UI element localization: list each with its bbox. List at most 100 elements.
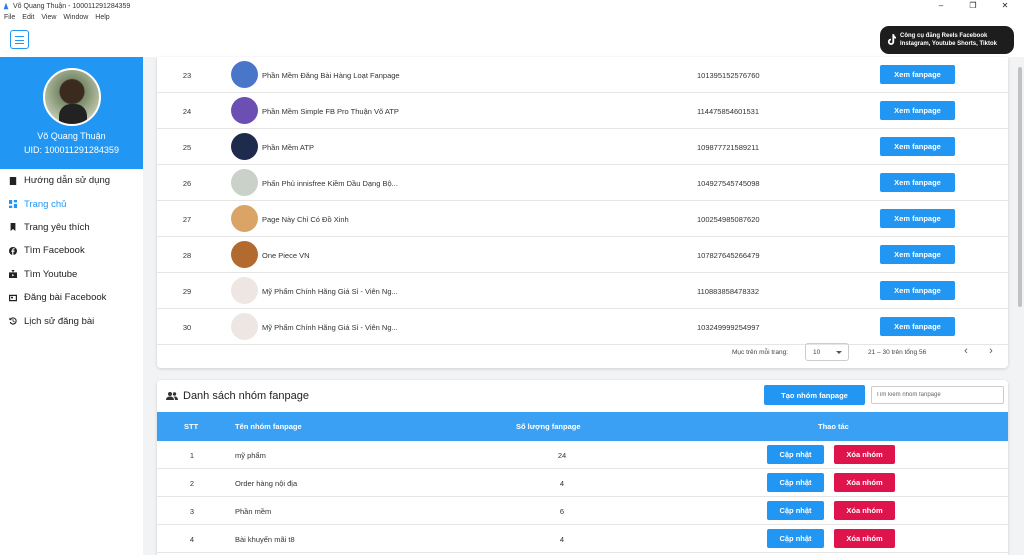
per-page-select[interactable]: 10: [805, 343, 849, 361]
delete-group-button[interactable]: Xóa nhóm: [834, 473, 895, 492]
post-icon: [9, 294, 17, 301]
row-stt: 26: [182, 179, 192, 188]
group-list-title: Danh sách nhóm fanpage: [183, 390, 309, 402]
dashboard-icon: [9, 200, 17, 209]
table-row: 1 mỹ phẩm 24 Cập nhật Xóa nhóm: [157, 441, 1008, 469]
table-row: 29 Mỹ Phẩm Chính Hãng Giá Sỉ - Viên Ng...…: [157, 273, 1008, 309]
menu-edit[interactable]: Edit: [22, 14, 34, 21]
row-stt: 28: [182, 251, 192, 260]
page-logo: [231, 241, 258, 268]
fanpage-list-card: 23 Phần Mềm Đăng Bài Hàng Loạt Fanpage 10 1…: [157, 57, 1008, 368]
table-row: 23 Phần Mềm Đăng Bài Hàng Loạt Fanpage 101…: [157, 57, 1008, 93]
table-row: 27 Page Này Chỉ Có Đồ Xinh 100254985087620…: [157, 201, 1008, 237]
update-group-button[interactable]: Cập nhật: [767, 445, 824, 464]
sidebar-item-label: Đăng bài Facebook: [24, 292, 107, 304]
update-group-button[interactable]: Cập nhật: [767, 529, 824, 548]
hamburger-icon-line: [15, 43, 24, 45]
sidebar-item-find-facebook[interactable]: Tìm Facebook: [0, 239, 143, 262]
delete-group-button[interactable]: Xóa nhóm: [834, 445, 895, 464]
row-stt: 24: [182, 107, 192, 116]
sidebar-item-guide[interactable]: Hướng dẫn sử dụng: [0, 169, 143, 192]
menu-window[interactable]: Window: [63, 14, 88, 21]
sidebar-item-label: Tìm Facebook: [24, 245, 85, 257]
group-name: Order hàng nội địa: [235, 479, 298, 488]
col-group-name: Tên nhóm fanpage: [235, 422, 302, 431]
create-group-button[interactable]: Tạo nhóm fanpage: [764, 385, 865, 405]
sidebar-item-home[interactable]: Trang chủ: [0, 192, 143, 215]
view-fanpage-button[interactable]: Xem fanpage: [880, 137, 955, 156]
view-fanpage-button[interactable]: Xem fanpage: [880, 173, 955, 192]
page-id: 104927545745098: [697, 179, 760, 188]
page-logo: [231, 169, 258, 196]
app-icon: [3, 2, 9, 10]
scrollbar-thumb[interactable]: [1018, 67, 1022, 307]
sidebar-item-favorites[interactable]: Trang yêu thích: [0, 216, 143, 239]
view-fanpage-button[interactable]: Xem fanpage: [880, 209, 955, 228]
sidebar-item-post-history[interactable]: Lịch sử đăng bài: [0, 309, 143, 332]
view-fanpage-button[interactable]: Xem fanpage: [880, 281, 955, 300]
book-icon: [9, 176, 17, 185]
menu-help[interactable]: Help: [95, 14, 109, 21]
group-stt: 2: [189, 479, 195, 488]
delete-group-button[interactable]: Xóa nhóm: [834, 529, 895, 548]
delete-group-button[interactable]: Xóa nhóm: [834, 501, 895, 520]
menu-view[interactable]: View: [41, 14, 56, 21]
page-id: 109877721589211: [697, 143, 760, 152]
page-logo: [231, 61, 258, 88]
sidebar-item-find-youtube[interactable]: Tìm Youtube: [0, 263, 143, 286]
page-name: One Piece VN: [262, 251, 310, 260]
promo-banner[interactable]: Công cụ đăng Reels Facebook Instagram, Y…: [880, 26, 1014, 54]
window-titlebar: Võ Quang Thuận - 100011291284359 – ❐ ✕: [0, 0, 1024, 12]
menu-toggle-button[interactable]: [10, 30, 29, 49]
row-stt: 27: [182, 215, 192, 224]
sidebar-item-label: Trang yêu thích: [24, 221, 90, 233]
youtube-icon: [9, 270, 17, 279]
restore-button[interactable]: ❐: [958, 0, 988, 12]
col-stt: STT: [184, 422, 199, 431]
group-search-input[interactable]: [871, 386, 1004, 404]
page-name: Phần Mềm Đăng Bài Hàng Loạt Fanpage: [262, 71, 400, 80]
view-fanpage-button[interactable]: Xem fanpage: [880, 245, 955, 264]
page-name: Phần Mềm ATP: [262, 143, 314, 152]
profile-uid: UID: 100011291284359: [24, 145, 119, 155]
per-page-label: Mục trên mỗi trang:: [732, 349, 788, 356]
group-stt: 1: [189, 451, 195, 460]
group-list-card: Danh sách nhóm fanpage Tạo nhóm fanpage …: [157, 380, 1008, 555]
prev-page-button[interactable]: ‹: [959, 345, 973, 359]
page-name: Page Này Chỉ Có Đồ Xinh: [262, 215, 349, 224]
row-stt: 25: [182, 143, 192, 152]
page-name: Mỹ Phẩm Chính Hãng Giá Sỉ - Viên Ng...: [262, 287, 398, 296]
row-stt: 23: [182, 71, 192, 80]
table-row: 4 Bài khuyến mãi t8 4 Cập nhật Xóa nhóm: [157, 525, 1008, 553]
menu-file[interactable]: File: [4, 14, 15, 21]
sidebar-item-label: Tìm Youtube: [24, 268, 78, 280]
view-fanpage-button[interactable]: Xem fanpage: [880, 65, 955, 84]
close-button[interactable]: ✕: [990, 0, 1020, 12]
row-stt: 30: [182, 323, 192, 332]
page-name: Mỹ Phẩm Chính Hãng Giá Sỉ - Viên Ng...: [262, 323, 398, 332]
facebook-icon: [9, 246, 17, 255]
sidebar-item-post-facebook[interactable]: Đăng bài Facebook: [0, 286, 143, 309]
paginator: Mục trên mỗi trang: 10 21 – 30 trên tổng…: [157, 342, 1008, 362]
view-fanpage-button[interactable]: Xem fanpage: [880, 317, 955, 336]
page-name: Phần Mềm Simple FB Pro Thuận Võ ATP: [262, 107, 399, 116]
update-group-button[interactable]: Cập nhật: [767, 473, 824, 492]
menu-bar: File Edit View Window Help: [0, 12, 1024, 23]
history-icon: [9, 317, 17, 325]
hamburger-icon-line: [15, 39, 24, 41]
page-logo: [231, 205, 258, 232]
sidebar-item-label: Hướng dẫn sử dụng: [24, 175, 111, 187]
update-group-button[interactable]: Cập nhật: [767, 501, 824, 520]
next-page-button[interactable]: ›: [984, 345, 998, 359]
group-count: 6: [559, 507, 565, 516]
group-count: 4: [559, 535, 565, 544]
group-table-header: STT Tên nhóm fanpage Số lượng fanpage Th…: [157, 412, 1008, 441]
scrollbar[interactable]: [1016, 57, 1024, 555]
sidebar-item-label: Lịch sử đăng bài: [24, 315, 95, 327]
hamburger-icon: [15, 36, 24, 38]
view-fanpage-button[interactable]: Xem fanpage: [880, 101, 955, 120]
minimize-button[interactable]: –: [926, 0, 956, 12]
table-row: 25 Phần Mềm ATP 109877721589211 Xem fanpage: [157, 129, 1008, 165]
col-fanpage-count: Số lượng fanpage: [516, 422, 581, 431]
col-actions: Thao tác: [818, 422, 849, 431]
